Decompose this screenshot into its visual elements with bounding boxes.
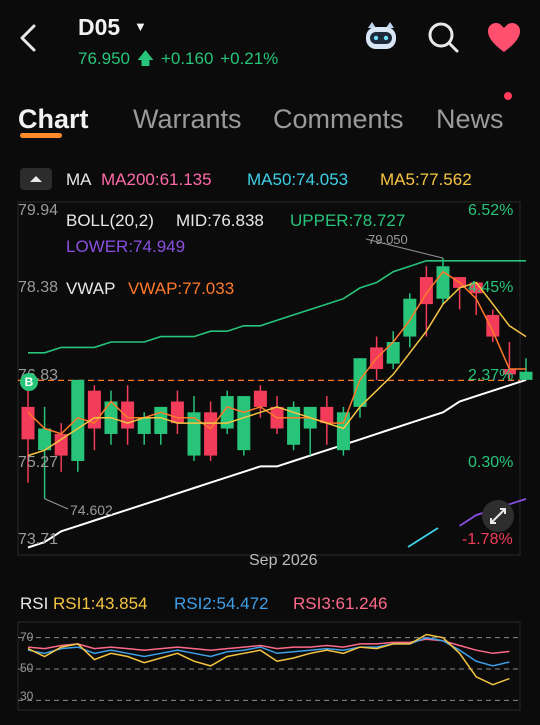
rsi2-value: RSI2:54.472 — [174, 594, 269, 613]
candle-body — [403, 298, 417, 337]
boll-label[interactable]: BOLL(20,2) — [66, 211, 154, 231]
ma200-value: MA200:61.135 — [101, 170, 212, 189]
candlestick-chart[interactable]: 79.94 78.38 76.83 75.27 73.71 6.52% 4.45… — [0, 195, 540, 575]
candle-body — [386, 341, 400, 364]
ma200-line — [407, 527, 439, 548]
ma-indicator-row: MA MA200:61.135 MA50:74.053 MA5:77.562 — [0, 168, 540, 194]
tab-warrants[interactable]: Warrants — [133, 104, 242, 135]
candle-body — [320, 406, 334, 424]
collapse-toggle-button[interactable] — [20, 168, 52, 190]
tab-bar: Chart Warrants Comments News — [0, 98, 540, 146]
vwap-label[interactable]: VWAP — [66, 279, 115, 299]
price-change: +0.160 — [160, 49, 214, 68]
rsi-indicator-row: RSI RSI1:43.854 RSI2:54.472 RSI3:61.246 — [0, 592, 540, 618]
buy-marker[interactable]: B — [20, 373, 38, 391]
expand-icon — [490, 508, 506, 524]
boll-upper-line — [28, 260, 526, 354]
dropdown-caret-icon[interactable]: ▼ — [134, 19, 147, 34]
candle-body — [71, 379, 85, 461]
price-change-pct: +0.21% — [220, 49, 279, 68]
pct-tick-2: 2.37% — [468, 367, 514, 384]
up-arrow-icon: 🡅 — [136, 49, 155, 68]
top-bar: D05 ▼ 76.950 🡅 +0.160 +0.21% — [0, 0, 540, 90]
ticker-title[interactable]: D05 — [78, 14, 120, 41]
high-annotation: 79.050 — [368, 232, 408, 247]
rsi-level-30: 30 — [20, 689, 34, 703]
vwap-value: VWAP:77.033 — [128, 279, 235, 298]
tab-chart[interactable]: Chart — [18, 104, 89, 135]
candle-body — [121, 401, 135, 429]
rsi-level-50: 50 — [20, 661, 34, 675]
pct-tick-1: 4.45% — [468, 279, 514, 296]
rsi-frame — [17, 621, 521, 711]
last-price: 76.950 — [78, 49, 130, 68]
x-axis-date: Sep 2026 — [249, 552, 318, 569]
candle-body — [21, 406, 35, 440]
chevron-up-icon — [30, 176, 42, 182]
price-tick-3: 75.27 — [18, 454, 59, 471]
tab-news[interactable]: News — [436, 104, 504, 135]
heart-icon[interactable] — [486, 22, 522, 54]
pct-tick-3: 0.30% — [468, 454, 514, 471]
candle-body — [237, 396, 251, 451]
back-icon[interactable] — [14, 20, 42, 56]
candle-body — [154, 406, 168, 434]
candle-body — [170, 401, 184, 424]
boll-upper-value: UPPER:78.727 — [290, 211, 406, 230]
price-quote: 76.950 🡅 +0.160 +0.21% — [78, 46, 280, 75]
rsi-chart[interactable]: 70 50 30 — [0, 618, 540, 720]
price-tick-4: 73.71 — [18, 531, 59, 548]
low-annotation: 74.602 — [70, 502, 113, 518]
active-tab-indicator — [20, 133, 62, 138]
rsi-svg — [17, 621, 521, 711]
price-tick-0: 79.94 — [18, 202, 59, 219]
robot-icon[interactable] — [362, 20, 400, 54]
candle-body — [353, 358, 367, 407]
price-tick-1: 78.38 — [18, 279, 59, 296]
rsi2-line — [27, 636, 510, 667]
candle-body — [253, 390, 267, 407]
rsi1-value: RSI1:43.854 — [53, 594, 148, 613]
candle-body — [486, 314, 500, 337]
search-icon[interactable] — [426, 20, 460, 54]
tab-comments[interactable]: Comments — [273, 104, 404, 135]
ma5-value: MA5:77.562 — [380, 170, 472, 189]
rsi3-line — [27, 638, 510, 655]
pct-tick-4: -1.78% — [462, 531, 513, 548]
low-pointer-line — [44, 498, 69, 510]
rsi-level-70: 70 — [20, 630, 34, 644]
candle-body — [519, 371, 533, 380]
expand-button[interactable] — [482, 500, 514, 532]
news-notification-dot — [504, 92, 512, 100]
pct-tick-0: 6.52% — [468, 202, 514, 219]
candle-body — [137, 417, 151, 434]
rsi3-value: RSI3:61.246 — [293, 594, 388, 613]
rsi1-line — [27, 633, 510, 686]
candle-body — [204, 412, 218, 456]
ma50-value: MA50:74.053 — [247, 170, 349, 189]
ma-label[interactable]: MA — [66, 170, 92, 190]
candle-body — [187, 412, 201, 456]
rsi-label[interactable]: RSI — [20, 594, 48, 614]
boll-lower-value: LOWER:74.949 — [66, 237, 186, 256]
boll-mid-value: MID:76.838 — [176, 211, 264, 230]
candle-body — [336, 412, 350, 451]
